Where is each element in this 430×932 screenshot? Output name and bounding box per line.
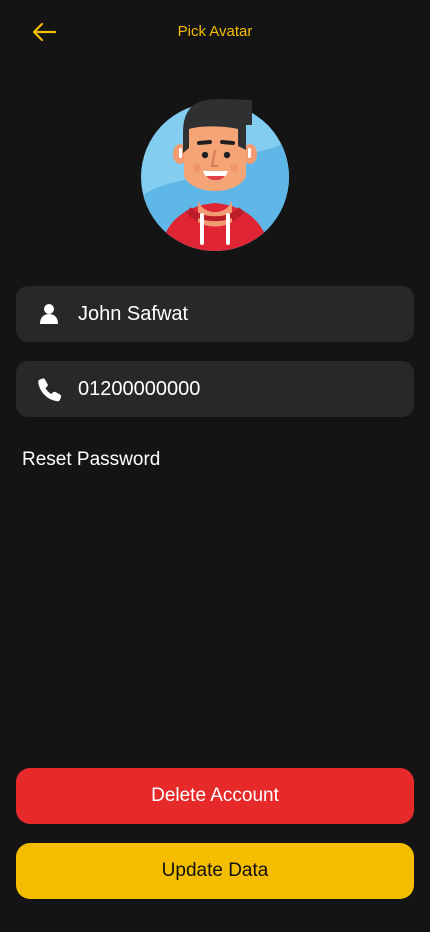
top-bar: Pick Avatar <box>0 0 430 64</box>
phone-value: 01200000000 <box>78 378 201 400</box>
avatar-image <box>141 99 289 251</box>
name-value: John Safwat <box>78 303 189 325</box>
update-data-button[interactable]: Update Data <box>16 843 414 899</box>
name-field[interactable]: John Safwat <box>16 286 414 342</box>
phone-icon <box>36 376 62 402</box>
avatar[interactable] <box>140 98 290 252</box>
pick-avatar-link[interactable]: Pick Avatar <box>0 22 430 42</box>
person-icon <box>36 301 62 327</box>
delete-account-button[interactable]: Delete Account <box>16 768 414 824</box>
reset-password-link[interactable]: Reset Password <box>22 448 160 472</box>
phone-field[interactable]: 01200000000 <box>16 361 414 417</box>
